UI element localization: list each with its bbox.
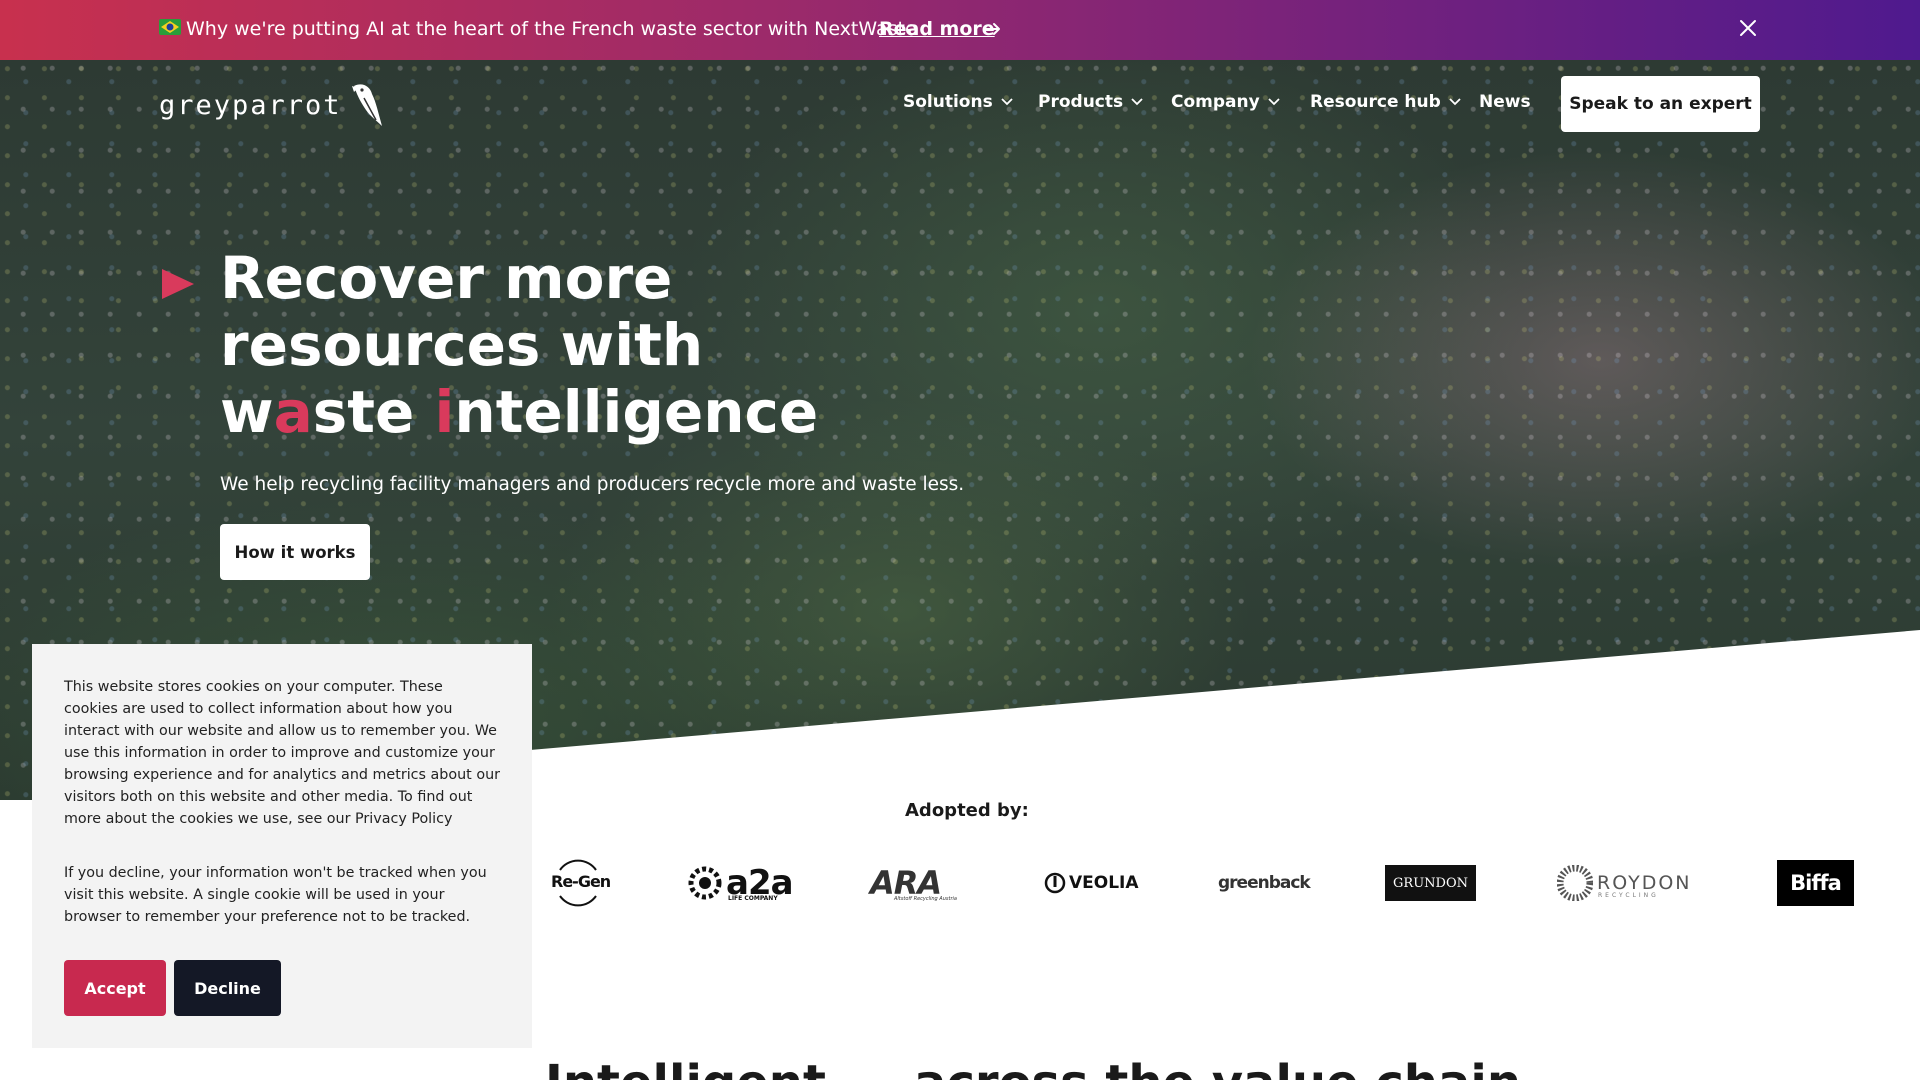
brazil-flag-icon	[159, 19, 181, 35]
biffa-text: Biffa	[1790, 871, 1842, 895]
announcement-bar: Why we're putting AI at the heart of the…	[0, 0, 1920, 60]
veolia-text: VEOLIA	[1069, 873, 1139, 893]
veolia-icon	[1044, 872, 1066, 894]
cookie-buttons: Accept Decline	[64, 960, 281, 1016]
roydon-burst-icon	[1557, 865, 1593, 901]
nav-label: Company	[1171, 92, 1260, 112]
headline-line1: Recover more	[220, 244, 673, 312]
section-heading-partial: Intelligent ... across the value chain	[545, 1055, 1521, 1080]
roydon-text: ROYDON	[1597, 872, 1692, 894]
headline-ntelligence: ntelligence	[454, 378, 819, 446]
nav-label: News	[1479, 92, 1531, 112]
adopted-by-label: Adopted by:	[905, 800, 1029, 821]
chevron-down-icon	[1268, 98, 1280, 106]
headline-accent-i: i	[434, 378, 455, 446]
nav-item-products[interactable]: Products	[1038, 92, 1143, 112]
a2a-sun-icon	[688, 866, 722, 900]
roydon-logo: ROYDON RECYCLING	[1557, 855, 1692, 911]
headline-w: w	[220, 378, 274, 446]
hero-subheading: We help recycling facility managers and …	[220, 474, 965, 495]
hero-headline: Recover more resources with waste intell…	[220, 245, 818, 446]
arrow-right-icon[interactable]	[984, 20, 1002, 38]
headline-ste: ste	[312, 378, 435, 446]
ara-logo: ARA Altstoff Recycling Austria	[870, 855, 957, 911]
nav-label: Solutions	[903, 92, 993, 112]
grundon-text: GRUNDON	[1393, 875, 1468, 891]
announcement-message: Why we're putting AI at the heart of the…	[186, 18, 917, 40]
nav-item-solutions[interactable]: Solutions	[903, 92, 1013, 112]
chevron-down-icon	[1131, 98, 1143, 106]
chevron-down-icon	[1001, 98, 1013, 106]
a2a-tagline: LIFE COMPANY	[728, 895, 778, 902]
biffa-logo: Biffa	[1777, 855, 1854, 911]
close-icon[interactable]	[1738, 18, 1758, 38]
cookie-paragraph-2: If you decline, your information won't b…	[64, 865, 487, 925]
regen-text: Re-Gen	[551, 872, 611, 891]
greyparrot-logo[interactable]: greyparrot	[159, 80, 384, 130]
accept-cookies-button[interactable]: Accept	[64, 960, 166, 1016]
nav-label: Products	[1038, 92, 1124, 112]
nav-item-resource-hub[interactable]: Resource hub	[1310, 92, 1461, 112]
headline-accent-a: a	[273, 378, 313, 446]
play-triangle-icon	[162, 269, 194, 299]
cookie-consent-banner: This website stores cookies on your comp…	[32, 644, 532, 1048]
regen-logo: Re-Gen	[548, 855, 611, 911]
biffa-badge: Biffa	[1777, 860, 1854, 906]
speak-to-expert-button[interactable]: Speak to an expert	[1561, 76, 1760, 132]
a2a-logo: a2a LIFE COMPANY	[686, 855, 794, 911]
veolia-logo: VEOLIA	[1044, 855, 1139, 911]
cookie-paragraph-1: This website stores cookies on your comp…	[64, 679, 501, 827]
nav-item-news[interactable]: News	[1479, 92, 1531, 112]
grundon-logo: GRUNDON	[1385, 855, 1476, 911]
nav-label: Resource hub	[1310, 92, 1441, 112]
headline-line2: resources with	[220, 311, 704, 379]
greenback-text: greenback	[1218, 873, 1311, 893]
how-it-works-button[interactable]: How it works	[220, 524, 370, 580]
decline-cookies-button[interactable]: Decline	[174, 960, 281, 1016]
read-more-link[interactable]: Read more	[879, 18, 995, 40]
logo-text: greyparrot	[159, 89, 342, 121]
chevron-down-icon	[1449, 98, 1461, 106]
parrot-logo-icon	[351, 84, 382, 126]
greenback-logo: greenback	[1218, 855, 1311, 911]
grundon-badge: GRUNDON	[1385, 865, 1476, 901]
nav-item-company[interactable]: Company	[1171, 92, 1280, 112]
roydon-tagline: RECYCLING	[1598, 892, 1659, 899]
ara-tagline: Altstoff Recycling Austria	[894, 896, 957, 902]
